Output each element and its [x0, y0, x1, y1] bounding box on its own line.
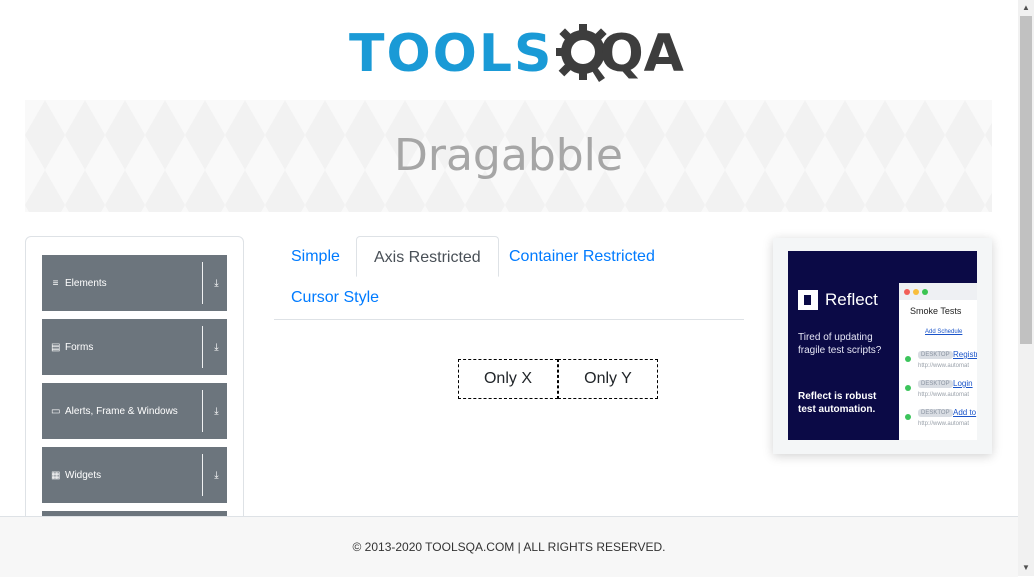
divider	[202, 262, 203, 304]
download-arrow-icon: ⤓	[214, 469, 219, 481]
reflect-logo-icon	[798, 290, 818, 310]
tab-bar: Simple Axis Restricted Container Restric…	[274, 236, 744, 320]
test-link: Registr	[953, 350, 977, 359]
platform-tag: DESKTOP	[918, 351, 953, 359]
header: TOOLS QA	[0, 0, 1018, 100]
test-url: http://www.automat	[918, 392, 970, 398]
window-title: Smoke Tests	[910, 306, 962, 316]
add-schedule-link: Add Schedule	[925, 329, 963, 335]
widgets-icon: ▦	[51, 469, 61, 481]
scrollbar-thumb[interactable]	[1020, 16, 1032, 344]
logo-qa-text: QA	[599, 28, 683, 80]
test-link: Add to	[953, 408, 977, 417]
sidebar-group-alerts[interactable]: ▭ Alerts, Frame & Windows ⤓	[42, 383, 227, 439]
advertisement[interactable]: Reflect Tired of updating fragile test s…	[773, 238, 992, 454]
list-item: DESKTOP Add to http://www.automat	[905, 407, 977, 433]
ad-pitch: Reflect is robust test automation.	[798, 391, 877, 415]
drag-box-only-y[interactable]: Only Y	[558, 359, 658, 399]
list-item: DESKTOP Registr http://www.automat	[905, 349, 977, 375]
reflect-ad-banner[interactable]: Reflect Tired of updating fragile test s…	[788, 251, 977, 440]
sidebar-group-elements[interactable]: ≡ Elements ⤓	[42, 255, 227, 311]
tab-simple[interactable]: Simple	[274, 236, 357, 277]
page-banner: Dragabble	[25, 100, 992, 212]
page-title: Dragabble	[394, 130, 623, 181]
window-icon: ▭	[51, 405, 61, 417]
tab-container-restricted[interactable]: Container Restricted	[492, 236, 672, 277]
download-arrow-icon: ⤓	[214, 341, 219, 353]
scroll-down-arrow-icon[interactable]: ▼	[1018, 560, 1034, 576]
form-icon: ▤	[51, 341, 61, 353]
menu-icon: ≡	[52, 277, 59, 289]
list-item: DESKTOP Login http://www.automat	[905, 378, 977, 404]
platform-tag: DESKTOP	[918, 409, 953, 417]
copyright-text: © 2013-2020 TOOLSQA.COM | ALL RIGHTS RES…	[352, 540, 666, 554]
logo-qa-letters: QA	[599, 24, 684, 84]
minimize-dot-icon	[913, 288, 919, 295]
window-titlebar	[899, 283, 977, 300]
ad-brand: Reflect	[798, 290, 878, 310]
sidebar-group-widgets[interactable]: ▦ Widgets ⤓	[42, 447, 227, 503]
download-arrow-icon: ⤓	[214, 405, 219, 417]
drag-box-only-x[interactable]: Only X	[458, 359, 558, 399]
divider	[202, 326, 203, 368]
toolsqa-logo[interactable]: TOOLS QA	[349, 18, 684, 90]
maximize-dot-icon	[922, 288, 928, 295]
tab-axis-restricted[interactable]: Axis Restricted	[356, 236, 499, 277]
close-dot-icon	[904, 288, 910, 295]
status-dot-icon	[905, 414, 911, 420]
status-dot-icon	[905, 385, 911, 391]
test-link: Login	[953, 379, 973, 388]
test-url: http://www.automat	[918, 363, 970, 369]
sidebar-group-forms[interactable]: ▤ Forms ⤓	[42, 319, 227, 375]
divider	[202, 390, 203, 432]
test-url: http://www.automat	[918, 421, 970, 427]
download-arrow-icon: ⤓	[214, 277, 219, 289]
ad-tagline: Tired of updating fragile test scripts?	[798, 332, 882, 356]
divider	[202, 454, 203, 496]
scroll-up-arrow-icon[interactable]: ▲	[1018, 0, 1034, 16]
footer: © 2013-2020 TOOLSQA.COM | ALL RIGHTS RES…	[0, 516, 1018, 577]
tab-cursor-style[interactable]: Cursor Style	[274, 277, 396, 318]
ad-brand-name: Reflect	[825, 290, 878, 309]
ad-app-window: Smoke Tests Add Schedule DESKTOP Registr…	[899, 283, 977, 440]
status-dot-icon	[905, 356, 911, 362]
platform-tag: DESKTOP	[918, 380, 953, 388]
left-sidebar: ≡ Elements ⤓ ▤ Forms ⤓ ▭ Alerts, Frame &…	[25, 236, 244, 538]
logo-tools-text: TOOLS	[349, 24, 554, 84]
